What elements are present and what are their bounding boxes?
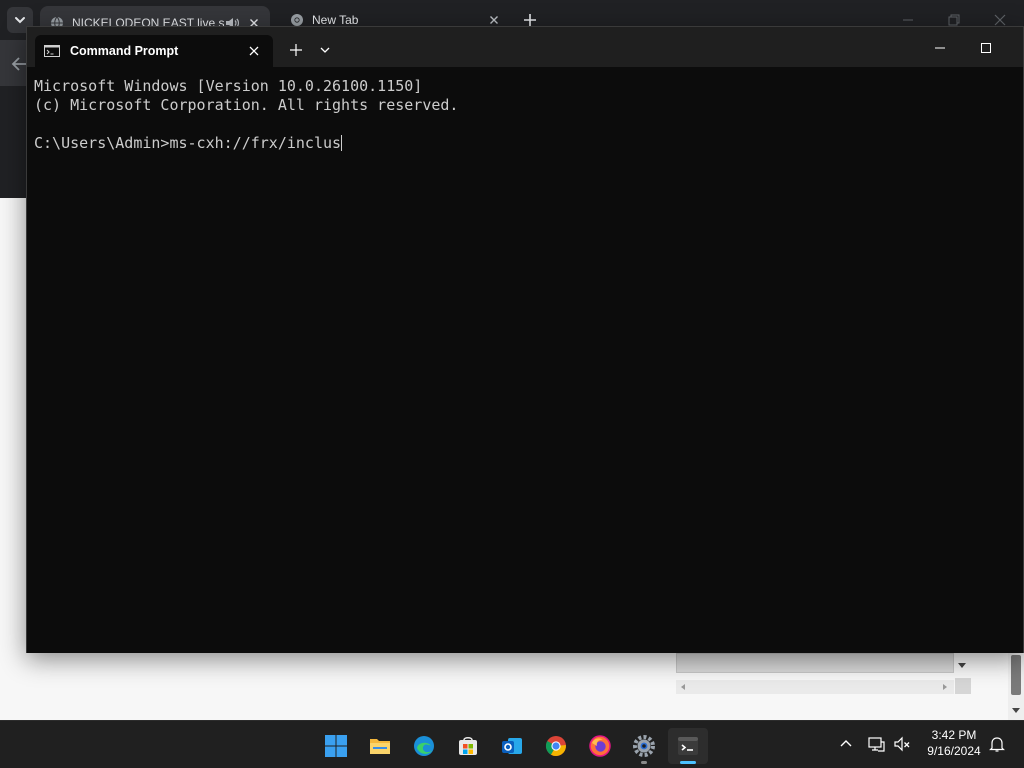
active-indicator (680, 761, 696, 764)
dropdown-box[interactable] (676, 653, 954, 673)
taskbar-firefox[interactable] (580, 728, 620, 764)
network-icon[interactable] (866, 734, 886, 754)
terminal-prompt-line[interactable]: C:\Users\Admin>ms-cxh://frx/inclus (34, 134, 1023, 153)
windows-logo-icon (325, 735, 347, 757)
store-icon (459, 737, 477, 755)
scroll-left-icon[interactable] (678, 682, 688, 692)
terminal-window: Command Prompt Microsoft Windows [Versio… (26, 26, 1024, 653)
minimize-icon[interactable] (933, 41, 947, 55)
system-clock[interactable]: 3:42 PM 9/16/2024 (918, 727, 990, 759)
running-indicator (641, 761, 647, 764)
outlook-icon (502, 738, 522, 754)
terminal-line: (c) Microsoft Corporation. All rights re… (34, 96, 459, 114)
terminal-tab-title: Command Prompt (70, 44, 179, 58)
dropdown-arrow-icon[interactable] (956, 660, 968, 670)
start-button[interactable] (316, 728, 356, 764)
chrome-icon (545, 736, 566, 757)
volume-muted-icon[interactable] (892, 734, 912, 754)
scroll-right-icon[interactable] (940, 682, 950, 692)
terminal-tab[interactable]: Command Prompt (35, 35, 273, 67)
taskbar-edge[interactable] (404, 728, 444, 764)
chevron-up-icon[interactable] (836, 734, 856, 754)
terminal-title-bar[interactable]: Command Prompt (27, 27, 1023, 67)
taskbar-outlook[interactable] (492, 728, 532, 764)
scroll-down-icon[interactable] (1010, 704, 1022, 716)
page-header-strip (0, 86, 26, 198)
new-tab-plus-icon[interactable] (289, 43, 303, 57)
taskbar-file-explorer[interactable] (360, 728, 400, 764)
gear-icon (633, 735, 655, 757)
text-cursor (341, 135, 343, 151)
clock-time: 3:42 PM (931, 728, 977, 742)
scrollbar-corner (955, 678, 971, 694)
command-prompt-icon (44, 45, 60, 57)
firefox-icon (589, 735, 611, 757)
chrome-icon (291, 14, 303, 26)
edge-icon (414, 736, 434, 756)
maximize-icon[interactable] (979, 41, 993, 55)
notification-bell-icon[interactable] (987, 734, 1007, 754)
taskbar-store[interactable] (448, 728, 488, 764)
chevron-down-icon[interactable] (319, 45, 331, 55)
terminal-icon (678, 737, 698, 755)
taskbar-settings[interactable] (624, 728, 664, 764)
folder-icon (370, 739, 390, 754)
terminal-output[interactable]: Microsoft Windows [Version 10.0.26100.11… (27, 67, 1023, 653)
browser-tab-title: New Tab (312, 13, 359, 27)
scrollbar-thumb[interactable] (1011, 655, 1021, 695)
horizontal-scrollbar[interactable] (676, 680, 954, 694)
clock-date: 9/16/2024 (927, 744, 981, 758)
taskbar-chrome[interactable] (536, 728, 576, 764)
terminal-command-text: C:\Users\Admin>ms-cxh://frx/inclus (34, 134, 342, 152)
chevron-down-icon (15, 17, 25, 24)
close-tab-icon[interactable] (247, 44, 261, 58)
terminal-line: Microsoft Windows [Version 10.0.26100.11… (34, 77, 423, 95)
taskbar-terminal[interactable] (668, 728, 708, 764)
